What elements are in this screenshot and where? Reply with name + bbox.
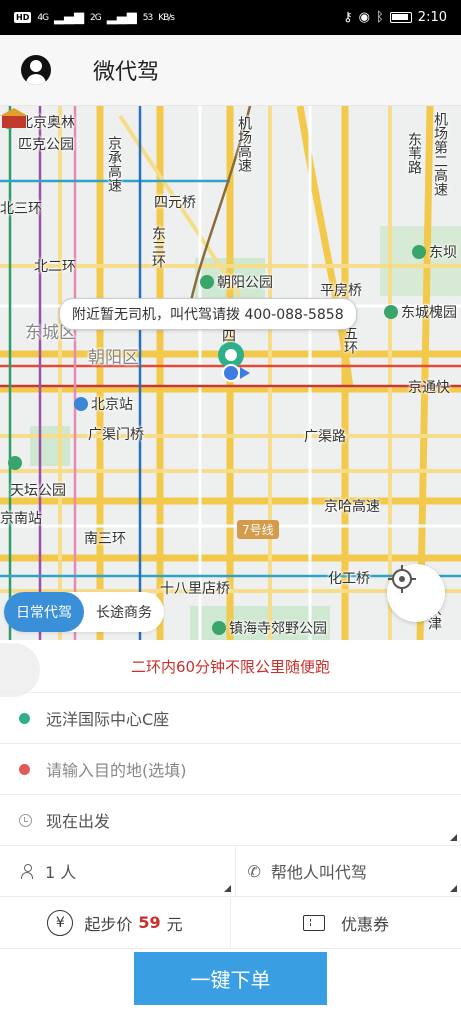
page-title: 微代驾 xyxy=(93,54,159,86)
clock-time: 2:10 xyxy=(418,10,447,25)
promo-banner[interactable]: 二环内60分钟不限公里随便跑 xyxy=(0,640,461,692)
tab-daily-driving[interactable]: 日常代驾 xyxy=(4,592,84,632)
signal-2g-icon: 2G xyxy=(90,13,101,23)
call-for-other-button[interactable]: ✆ 帮他人叫代驾 xyxy=(235,846,461,896)
map-label-jichang: 机场高速 xyxy=(236,116,252,172)
map-label-chaoyang-park: 朝阳公园 xyxy=(200,272,273,292)
map-label-wuhuan: 五环 xyxy=(342,326,358,354)
locate-me-button[interactable] xyxy=(387,564,445,622)
map-label-dongsanhuan: 东三环 xyxy=(150,226,166,268)
price-prefix: 起步价 xyxy=(84,911,132,935)
order-panel: 二环内60分钟不限公里随便跑 远洋国际中心C座 请输入目的地(选填) 现在出发 … xyxy=(0,640,461,1001)
yen-icon: ¥ xyxy=(47,910,73,936)
map-label-beijing-station: 北京站 xyxy=(74,394,133,414)
map-label-jingha: 京哈高速 xyxy=(324,496,380,516)
net-speed: 53 xyxy=(143,13,152,23)
no-driver-notice: 附近暂无司机，叫代驾请拨 400-088-5858 xyxy=(59,298,357,330)
place-order-button[interactable]: 一键下单 xyxy=(134,952,327,1005)
coupon-label: 优惠券 xyxy=(341,911,389,935)
heading-arrow-icon xyxy=(240,367,250,379)
price-row: ¥ 起步价 59 元 优惠券 xyxy=(0,896,461,948)
depart-time-row[interactable]: 现在出发 xyxy=(0,794,461,845)
call-for-other-label: 帮他人叫代驾 xyxy=(271,859,367,883)
coupon-icon xyxy=(303,915,325,931)
map-label-huaiyuan: 东城槐园 xyxy=(384,302,457,322)
tab-long-distance[interactable]: 长途商务 xyxy=(84,592,164,632)
destination-input[interactable]: 请输入目的地(选填) xyxy=(46,757,187,781)
app-header: 微代驾 xyxy=(0,35,461,106)
map-label-guangqulu: 广渠路 xyxy=(304,426,346,446)
signal-bars-icon-2: ▂▄▆ xyxy=(107,10,137,25)
depart-time-value: 现在出发 xyxy=(46,808,110,832)
map-label-beierhuan: 北二环 xyxy=(34,256,76,276)
map-label-dongwei: 东苇路 xyxy=(406,132,422,174)
key-icon: ⚷ xyxy=(343,10,353,25)
signal-bars-icon: ▂▄▆ xyxy=(54,10,84,25)
status-bar: HD 4G ▂▄▆ 2G ▂▄▆ 53 KB/s ⚷ ◉ ᛒ 2:10 xyxy=(0,0,461,35)
crosshair-icon xyxy=(387,564,417,594)
hd-badge: HD xyxy=(14,12,31,23)
map-label-jichang2: 机场第二高速 xyxy=(432,112,448,196)
price-value: 59 xyxy=(138,913,160,932)
metro-line-badge: 7号线 xyxy=(237,520,279,539)
map-label-aolin2: 匹克公园 xyxy=(18,134,74,154)
map-label-jingtong: 京通快 xyxy=(408,377,450,397)
map-label-chaoyang: 朝阳区 xyxy=(88,343,139,368)
person-icon xyxy=(21,864,33,878)
pickup-dot-icon xyxy=(19,713,30,724)
map-label-nanzhan: 京南站 xyxy=(0,508,42,528)
user-avatar-icon[interactable] xyxy=(21,55,51,85)
map-label-tiantan xyxy=(8,456,25,472)
dropdown-corner-icon xyxy=(224,885,231,892)
map-label-siyuanqiao: 四元桥 xyxy=(154,192,196,212)
pickup-address: 远洋国际中心C座 xyxy=(46,706,169,730)
map-label-guangqumen: 广渠门桥 xyxy=(88,424,144,444)
net-speed-unit: KB/s xyxy=(158,13,174,23)
clock-icon xyxy=(19,814,32,827)
passenger-count: 1 人 xyxy=(45,859,76,883)
pickup-row[interactable]: 远洋国际中心C座 xyxy=(0,692,461,743)
service-type-tabs: 日常代驾 长途商务 xyxy=(4,592,164,632)
bluetooth-icon: ᛒ xyxy=(376,10,384,25)
map-label-zhenhai: 镇海寺郊野公园 xyxy=(212,618,327,638)
map-label-jingcheng: 京承高速 xyxy=(106,136,122,192)
map-view[interactable]: 北京奥林 匹克公园 北三环 北二环 东城区 朝阳区 四元桥 京承高速 机场高速 … xyxy=(0,106,461,640)
eye-icon: ◉ xyxy=(359,10,370,25)
tiananmen-icon xyxy=(0,106,28,130)
passenger-selector[interactable]: 1 人 xyxy=(0,846,235,896)
phone-icon: ✆ xyxy=(248,862,261,881)
destination-row[interactable]: 请输入目的地(选填) xyxy=(0,743,461,794)
map-label-tiantan-text: 天坛公园 xyxy=(10,480,66,500)
map-label-huagong: 化工桥 xyxy=(328,568,370,588)
map-label-nansanhuan: 南三环 xyxy=(84,528,126,548)
coupon-button[interactable]: 优惠券 xyxy=(230,897,461,948)
battery-icon xyxy=(390,12,412,23)
signal-4g-icon: 4G xyxy=(37,13,48,23)
dropdown-corner-icon xyxy=(450,834,457,841)
current-location-icon xyxy=(222,364,240,382)
options-row: 1 人 ✆ 帮他人叫代驾 xyxy=(0,845,461,896)
map-label-pingfangqiao: 平房桥 xyxy=(320,280,362,300)
map-label-dongba: 东坝 xyxy=(412,242,457,262)
price-unit: 元 xyxy=(167,911,183,935)
map-label-shibali: 十八里店桥 xyxy=(160,578,230,598)
destination-dot-icon xyxy=(19,764,30,775)
dropdown-corner-icon xyxy=(450,885,457,892)
map-label-beisanhuan: 北三环 xyxy=(0,198,42,218)
base-price[interactable]: ¥ 起步价 59 元 xyxy=(0,897,230,948)
